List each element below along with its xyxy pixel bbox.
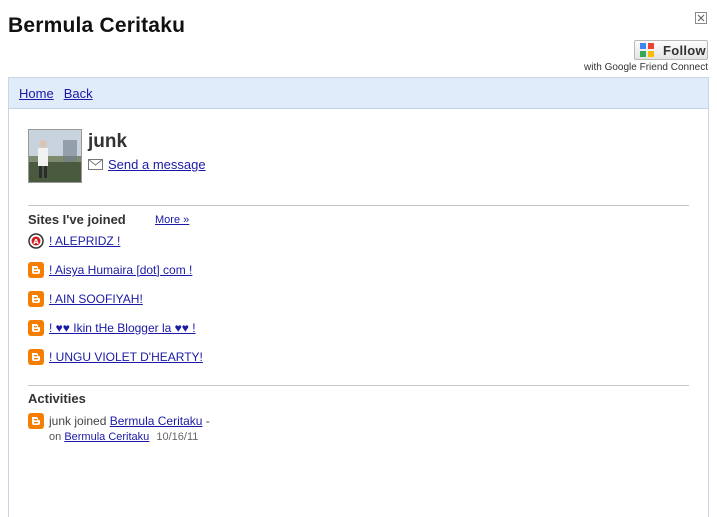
activity-site-link[interactable]: Bermula Ceritaku: [64, 431, 149, 443]
site-item[interactable]: ! ♥♥ Ikin tHe Blogger la ♥♥ !: [28, 320, 196, 336]
follow-label: Follow: [663, 42, 706, 58]
site-item[interactable]: ! AIN SOOFIYAH!: [28, 291, 143, 307]
activity-date: 10/16/11: [156, 431, 199, 443]
blogger-icon: [28, 320, 44, 336]
close-button[interactable]: [695, 12, 707, 24]
close-icon: [697, 14, 705, 22]
profile-avatar[interactable]: [28, 129, 82, 183]
activity-item: junk joined Bermula Ceritaku - on Bermul…: [28, 413, 210, 443]
more-sites-link[interactable]: More »: [155, 214, 189, 226]
blogger-icon: [28, 262, 44, 278]
google-friend-connect-icon: [640, 43, 654, 57]
divider: [28, 385, 689, 386]
profile-panel: Home Back junk Send a message Sites I've…: [8, 77, 709, 517]
site-item[interactable]: A ! ALEPRIDZ !: [28, 233, 120, 249]
site-link[interactable]: ! UNGU VIOLET D'HEARTY!: [49, 350, 203, 364]
nav-back-link[interactable]: Back: [64, 86, 93, 101]
profile-name: junk: [88, 131, 128, 152]
avatar-photo: [29, 130, 81, 182]
follow-button[interactable]: Follow: [634, 40, 708, 60]
activity-dash: -: [205, 414, 210, 428]
send-message-row: Send a message: [88, 157, 206, 172]
site-link[interactable]: ! ♥♥ Ikin tHe Blogger la ♥♥ !: [49, 321, 196, 335]
svg-text:A: A: [33, 238, 39, 246]
activity-target-link[interactable]: Bermula Ceritaku: [110, 414, 203, 428]
site-item[interactable]: ! UNGU VIOLET D'HEARTY!: [28, 349, 203, 365]
blogger-icon: [28, 413, 44, 429]
gfc-caption: with Google Friend Connect: [584, 62, 708, 73]
activity-verb: joined: [74, 414, 107, 428]
site-link[interactable]: ! ALEPRIDZ !: [49, 234, 120, 248]
site-item[interactable]: ! Aisya Humaira [dot] com !: [28, 262, 192, 278]
nav-bar: Home Back: [9, 78, 708, 109]
envelope-icon: [88, 159, 103, 170]
site-link[interactable]: ! AIN SOOFIYAH!: [49, 292, 143, 306]
activity-on-prefix: on: [49, 431, 62, 443]
divider: [28, 205, 689, 206]
site-link[interactable]: ! Aisya Humaira [dot] com !: [49, 263, 192, 277]
send-message-link[interactable]: Send a message: [108, 157, 206, 172]
page-title: Bermula Ceritaku: [8, 14, 186, 37]
nav-home-link[interactable]: Home: [19, 86, 54, 101]
sites-joined-heading: Sites I've joined: [28, 212, 126, 227]
blogger-icon: [28, 349, 44, 365]
activities-heading: Activities: [28, 391, 86, 406]
blogger-icon: [28, 291, 44, 307]
activity-actor: junk: [49, 414, 72, 428]
site-badge-icon: A: [28, 233, 44, 249]
